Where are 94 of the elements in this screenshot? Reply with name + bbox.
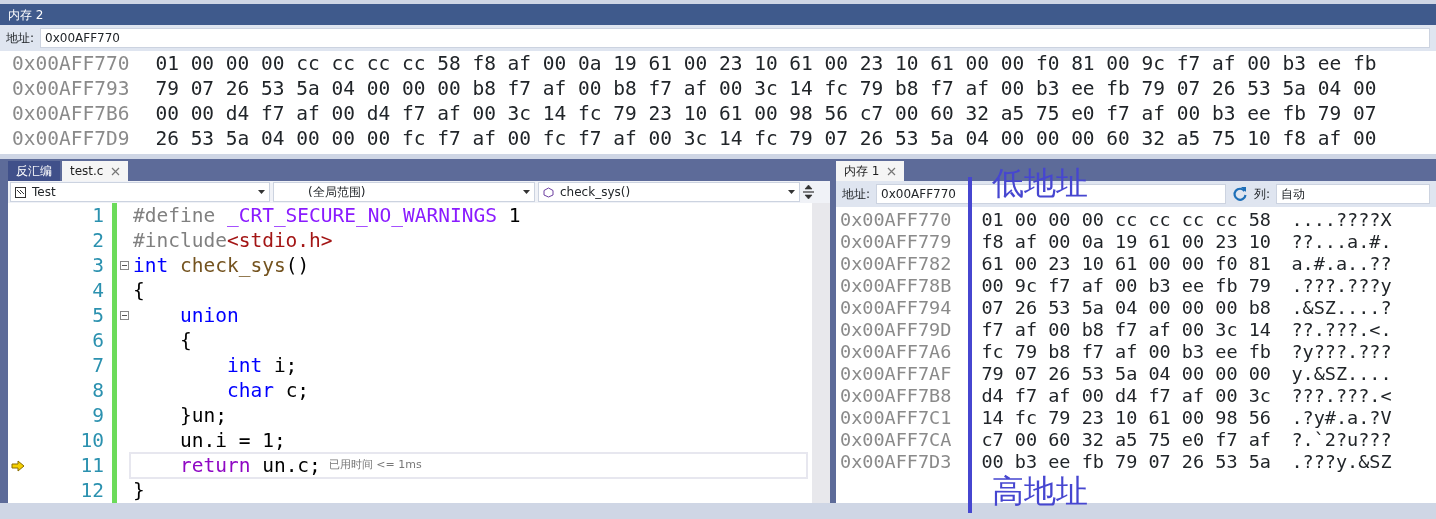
code-line: int check_sys() (132, 253, 310, 278)
line-number: 4 (92, 278, 104, 303)
memory-chars: ??...a.#. (1291, 231, 1392, 253)
line-number: 6 (92, 328, 104, 353)
memory-bytes: 79 07 26 53 5a 04 00 00 00 (981, 363, 1272, 385)
memory-address: 0x00AFF793 (12, 76, 130, 101)
memory-bytes: 26 53 5a 04 00 00 00 fc f7 af 00 fc f7 af 00 3c 14 fc 79 07 26 53 5a 04 00 00 00 60 32 a5 75 10 f8 af 00 (155, 126, 1377, 151)
memory-address: 0x00AFF7B6 (12, 101, 130, 126)
line-number: 12 (80, 478, 104, 503)
memory-address: 0x00AFF770 (840, 209, 952, 231)
memory-bytes: 00 00 d4 f7 af 00 d4 f7 af 00 3c 14 fc 79 23 10 61 00 98 56 c7 00 60 32 a5 75 e0 f7 af 00 b3 ee fb 79 07 (155, 101, 1377, 126)
memory-chars: .&SZ....? (1291, 297, 1392, 319)
code-line: char c; (225, 378, 310, 403)
memory-bytes: f7 af 00 b8 f7 af 00 3c 14 (981, 319, 1272, 341)
memory-bytes: 00 9c f7 af 00 b3 ee fb 79 (981, 275, 1272, 297)
memory-chars: .???y.&SZ (1291, 451, 1392, 473)
address-label: 地址: (6, 30, 35, 47)
memory-bytes: c7 00 60 32 a5 75 e0 f7 af (981, 429, 1272, 451)
memory-chars: .?y#.a.?V (1291, 407, 1392, 429)
memory-chars: ?y???.??? (1291, 341, 1392, 363)
memory-address: 0x00AFF7D9 (12, 126, 130, 151)
editor-tab[interactable]: 反汇编 (8, 161, 60, 181)
memory-bytes: 61 00 23 10 61 00 00 f0 81 (981, 253, 1272, 275)
collapse-icon[interactable] (119, 261, 129, 270)
memory-bytes: 79 07 26 53 5a 04 00 00 00 b8 f7 af 00 b8 f7 af 00 3c 14 fc 79 b8 f7 af 00 b3 ee fb 79 07 26 53 5a 04 00 (155, 76, 1377, 101)
memory-bytes: 01 00 00 00 cc cc cc cc 58 f8 af 00 0a 19 61 00 23 10 61 00 23 10 61 00 00 f0 81 00 9c f7 af 00 b3 ee fb (155, 51, 1377, 76)
line-number: 9 (92, 403, 104, 428)
caret-icon[interactable] (258, 190, 265, 194)
window-title: 内存 2 (0, 4, 1436, 25)
caret-icon[interactable] (788, 190, 795, 194)
editor-tab[interactable]: test.c (62, 161, 129, 181)
dropdown[interactable]: (全局范围) (273, 182, 535, 202)
memory-address: 0x00AFF7CA (840, 429, 952, 451)
line-number: 7 (92, 353, 104, 378)
code-line: }un; (178, 403, 227, 428)
code-line: { (178, 328, 192, 353)
caret-icon[interactable] (523, 190, 530, 194)
line-number: 10 (80, 428, 104, 453)
memory-chars: ?.`2?u??? (1291, 429, 1392, 451)
memory-bytes: 00 b3 ee fb 79 07 26 53 5a (981, 451, 1272, 473)
memory-address: 0x00AFF79D (840, 319, 952, 341)
annotation-text: 高地址 (992, 473, 1088, 509)
memory-bytes: f8 af 00 0a 19 61 00 23 10 (981, 231, 1272, 253)
memory-address: 0x00AFF794 (840, 297, 952, 319)
memory-address: 0x00AFF782 (840, 253, 952, 275)
project-icon (15, 186, 26, 198)
editor-tab[interactable]: 内存 1 (836, 161, 905, 181)
memory-chars: ??.???.<. (1291, 319, 1392, 341)
memory-address: 0x00AFF779 (840, 231, 952, 253)
function-icon (543, 186, 554, 198)
code-line: return un.c; (178, 453, 321, 478)
memory-address: 0x00AFF7A6 (840, 341, 952, 363)
memory-address: 0x00AFF7D3 (840, 451, 952, 473)
memory-bytes: 01 00 00 00 cc cc cc cc 58 (981, 209, 1272, 231)
scrollbar[interactable] (812, 203, 830, 503)
line-number: 8 (92, 378, 104, 403)
code-line: { (132, 278, 145, 303)
memory-bytes: fc 79 b8 f7 af 00 b3 ee fb (981, 341, 1272, 363)
close-icon[interactable] (887, 166, 897, 176)
memory-chars: y.&SZ.... (1291, 363, 1392, 385)
memory-address: 0x00AFF7AF (840, 363, 952, 385)
memory-address: 0x00AFF770 (12, 51, 130, 76)
columns-label: 列: (1254, 186, 1271, 203)
code-line: #include<stdio.h> (132, 228, 333, 253)
memory-bytes: d4 f7 af 00 d4 f7 af 00 3c (981, 385, 1272, 407)
code-line: } (132, 478, 145, 503)
line-number: 2 (92, 228, 104, 253)
code-line: un.i = 1; (178, 428, 286, 453)
memory-chars: ???.???.< (1291, 385, 1392, 407)
address-label: 地址: (842, 186, 871, 203)
code-line: #define _CRT_SECURE_NO_WARNINGS 1 (132, 203, 521, 228)
collapse-icon[interactable] (119, 311, 129, 320)
memory-chars: a.#.a..?? (1291, 253, 1392, 275)
code-line: union (178, 303, 239, 328)
memory-chars: .???.???y (1291, 275, 1392, 297)
memory-bytes: 07 26 53 5a 04 00 00 00 b8 (981, 297, 1272, 319)
line-number: 1 (92, 203, 104, 228)
dropdown[interactable]: Test (10, 182, 270, 202)
memory-address: 0x00AFF7B8 (840, 385, 952, 407)
line-number: 5 (92, 303, 104, 328)
memory-chars: ....????X (1291, 209, 1392, 231)
memory-address: 0x00AFF7C1 (840, 407, 952, 429)
memory-address: 0x00AFF78B (840, 275, 952, 297)
refresh-icon[interactable] (1232, 186, 1249, 202)
dropdown[interactable]: check_sys() (538, 182, 800, 202)
line-number: 3 (92, 253, 104, 278)
split-icon[interactable] (803, 185, 814, 199)
address-field[interactable]: 0x00AFF770 (40, 28, 1430, 48)
close-icon[interactable] (111, 166, 121, 176)
timing-hint: 已用时间 <= 1ms (328, 457, 422, 474)
columns-field[interactable]: 自动 (1276, 184, 1430, 204)
code-line: int i; (225, 353, 298, 378)
memory-bytes: 14 fc 79 23 10 61 00 98 56 (981, 407, 1272, 429)
line-number: 11 (80, 453, 104, 478)
